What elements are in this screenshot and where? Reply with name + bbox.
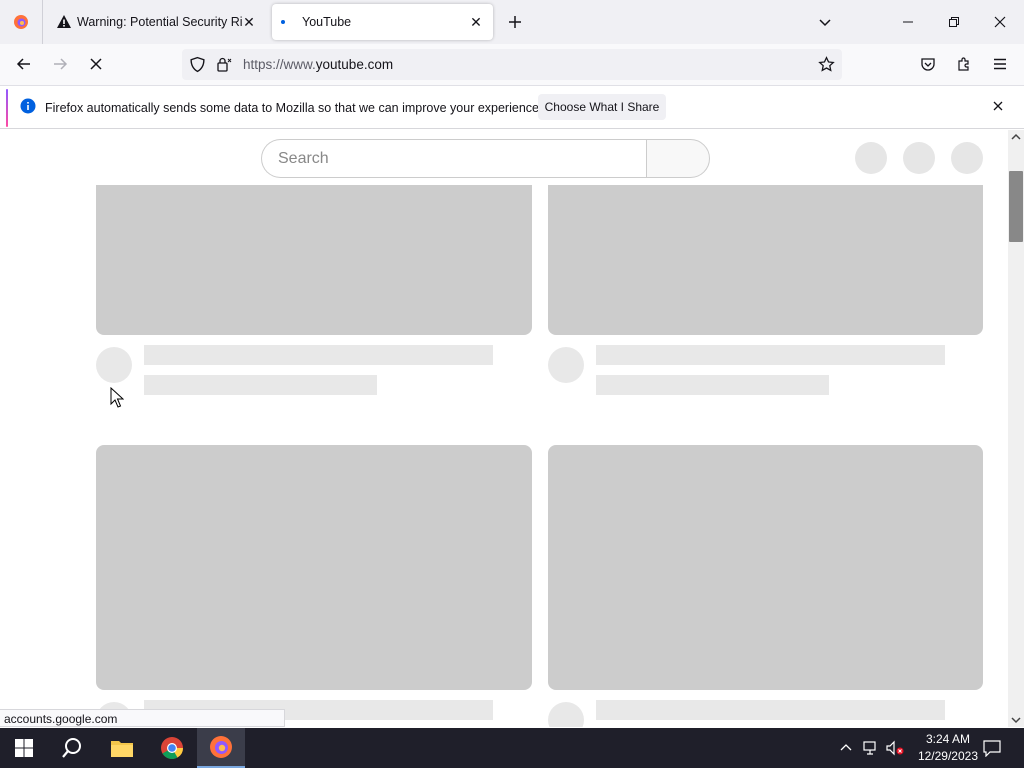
header-placeholder-circle [951,142,983,174]
channel-avatar-skeleton [96,347,132,383]
meta-skeleton [144,375,377,395]
search-button[interactable] [646,139,710,178]
title-skeleton [596,700,945,720]
choose-what-i-share-button[interactable]: Choose What I Share [538,94,666,120]
start-button[interactable] [0,728,48,768]
close-window-button[interactable] [986,8,1014,36]
firefox-view-button[interactable] [0,0,43,44]
bookmark-star-icon[interactable] [818,56,835,73]
site-security-icon[interactable] [216,56,232,73]
extensions-button[interactable] [950,50,978,78]
system-clock[interactable]: 3:24 AM 12/29/2023 [918,731,978,765]
file-explorer-button[interactable] [98,728,146,768]
video-thumbnail-skeleton [548,185,983,335]
list-all-tabs-button[interactable] [811,8,839,36]
new-tab-button[interactable] [501,8,529,36]
search-taskbar-button[interactable] [48,728,96,768]
tab-title: YouTube [302,15,352,29]
folder-icon [111,741,133,757]
close-tab-icon[interactable]: ✕ [240,13,258,31]
tab-title: Warning: Potential Security Risk Ahead [77,15,242,29]
stop-loading-button[interactable] [82,50,110,78]
url-text[interactable]: https://www.youtube.com [243,57,393,72]
title-skeleton [144,345,493,365]
search-placeholder: Search [278,150,329,167]
firefox-icon [210,736,232,758]
video-thumbnail-skeleton [548,445,983,690]
close-notification-icon[interactable] [992,100,1004,112]
back-button[interactable] [10,50,38,78]
notification-center-icon[interactable] [983,739,1001,757]
tracking-protection-shield-icon[interactable] [189,56,206,73]
notification-accent [6,89,8,127]
scroll-down-arrow-icon[interactable] [1011,716,1021,724]
warning-icon [57,15,71,28]
header-placeholder-circle [855,142,887,174]
clock-time: 3:24 AM [925,732,970,746]
video-thumbnail-skeleton [96,185,532,335]
video-thumbnail-skeleton [96,445,532,690]
restore-icon [949,17,959,27]
chevron-down-icon [819,19,831,27]
firefox-taskbar-button[interactable] [197,728,245,768]
mouse-cursor-icon [110,387,124,408]
close-icon [994,16,1006,28]
plus-icon [509,16,521,28]
chrome-icon [161,737,183,759]
chrome-taskbar-button[interactable] [148,728,196,768]
firefox-icon [14,15,28,29]
arrow-left-icon [16,58,30,70]
tab-strip: Warning: Potential Security Risk Ahead ✕… [0,0,1024,44]
url-prefix: https://www. [243,57,316,72]
scrollbar-thumb[interactable] [1009,171,1023,242]
volume-muted-icon[interactable] [885,740,905,756]
show-hidden-icons-icon[interactable] [840,743,852,752]
address-bar[interactable]: https://www.youtube.com [182,49,842,80]
page-scrollbar[interactable] [1008,130,1024,727]
pocket-button[interactable] [914,50,942,78]
info-icon [20,98,36,114]
arrow-right-icon [54,58,68,70]
scroll-up-arrow-icon[interactable] [1011,133,1021,141]
notification-message: Firefox automatically sends some data to… [45,101,543,115]
header-placeholder-circle [903,142,935,174]
close-tab-icon[interactable]: ✕ [467,13,485,31]
telemetry-notification-bar: Firefox automatically sends some data to… [0,87,1024,129]
tab-youtube[interactable]: YouTube ✕ [272,4,493,40]
windows-taskbar: 3:24 AM 12/29/2023 [0,728,1024,768]
forward-button[interactable] [46,50,74,78]
search-icon [62,738,81,758]
stop-icon [90,58,102,70]
loading-dot-icon [281,20,285,24]
minimize-button[interactable] [894,8,922,36]
url-domain: youtube.com [315,57,394,72]
channel-avatar-skeleton [548,347,584,383]
network-icon[interactable] [862,740,880,756]
puzzle-piece-icon [958,57,969,71]
clock-date: 12/29/2023 [917,749,978,763]
channel-avatar-skeleton [548,702,584,727]
search-input[interactable]: Search [261,139,647,178]
pocket-icon [921,58,935,71]
navigation-toolbar: https://www.youtube.com [0,44,1024,86]
restore-button[interactable] [940,8,968,36]
tab-security-warning[interactable]: Warning: Potential Security Risk Ahead ✕ [48,4,266,40]
minimize-icon [903,21,913,23]
windows-logo-icon [15,739,33,757]
meta-skeleton [596,375,829,395]
link-status-bar: accounts.google.com [0,709,285,727]
youtube-page: Search [0,130,1008,727]
app-menu-button[interactable] [986,50,1014,78]
hamburger-menu-icon [994,58,1006,70]
title-skeleton [596,345,945,365]
